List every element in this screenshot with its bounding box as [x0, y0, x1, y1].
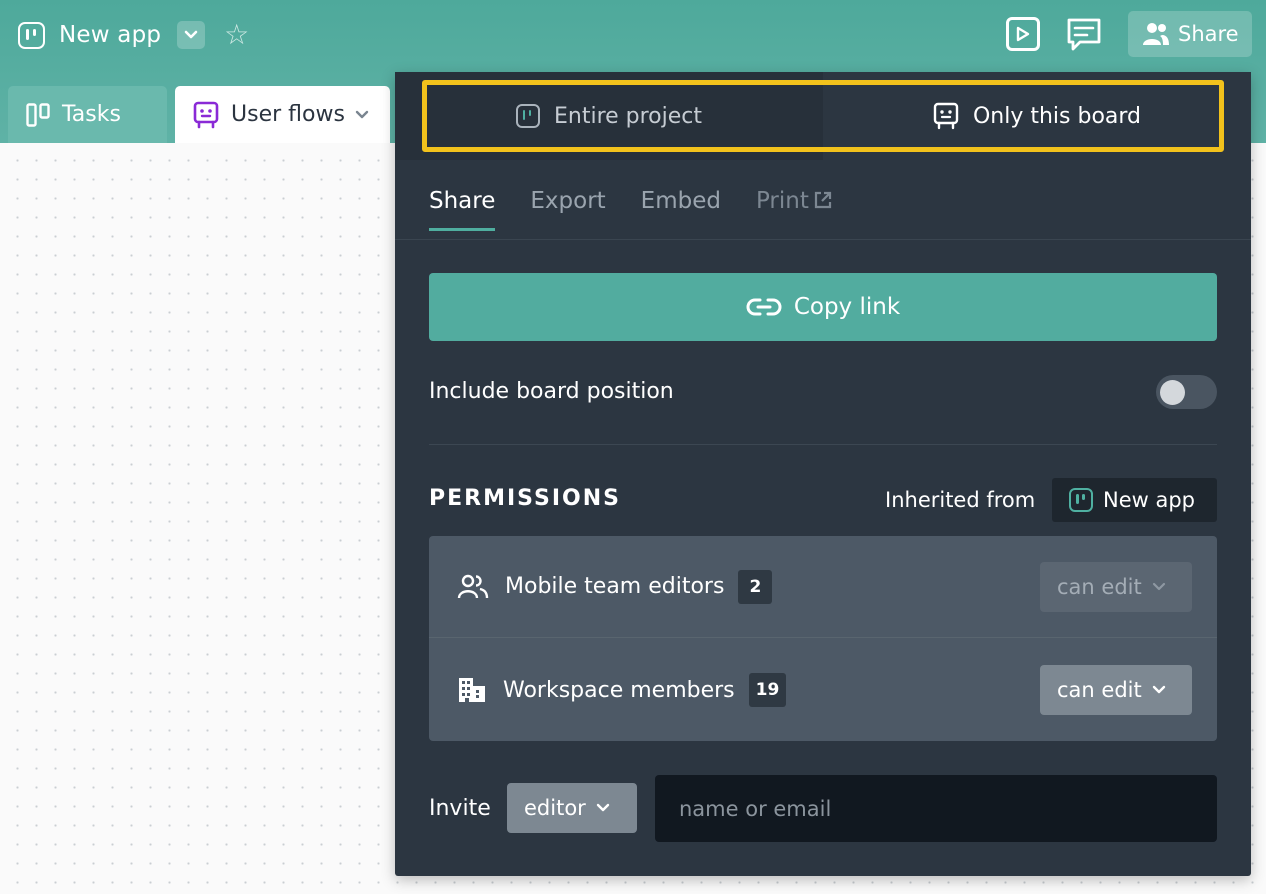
member-count-badge: 2 [738, 569, 773, 604]
permissions-list: Mobile team editors 2 can edit Workspace… [429, 536, 1217, 741]
copy-link-label: Copy link [793, 294, 901, 320]
app-icon [1069, 488, 1093, 512]
comment-icon [1067, 18, 1101, 51]
people-icon [1143, 23, 1169, 45]
inherited-from-app: New app [1103, 488, 1196, 512]
share-subtabs: Share Export Embed Print [429, 188, 868, 231]
building-icon [459, 678, 485, 702]
app-icon [18, 21, 45, 49]
present-button[interactable] [1006, 17, 1040, 51]
permission-name: Mobile team editors [505, 574, 725, 599]
role-select-value: can edit [1057, 574, 1142, 599]
member-count-badge: 19 [748, 673, 787, 707]
include-board-position-label: Include board position [429, 379, 674, 404]
role-select-value: can edit [1057, 678, 1142, 702]
copy-link-button[interactable]: Copy link [429, 273, 1217, 341]
permission-name: Workspace members [503, 677, 735, 703]
inherited-from-label: Inherited from [885, 488, 1036, 512]
permission-row: Workspace members 19 can edit [429, 639, 1217, 741]
scope-entire-project[interactable]: Entire project [395, 72, 823, 160]
permissions-title: PERMISSIONS [429, 486, 622, 511]
group-icon [457, 574, 489, 598]
chevron-down-icon[interactable] [355, 110, 369, 120]
link-icon [746, 298, 782, 316]
invite-role-select[interactable]: editor [507, 783, 637, 833]
subtabs-divider [395, 239, 1251, 240]
flow-icon [933, 102, 959, 130]
app-menu-button[interactable] [177, 21, 206, 49]
scope-entire-project-label: Entire project [553, 103, 703, 129]
subtab-embed[interactable]: Embed [641, 188, 721, 231]
subtab-print-label: Print [755, 188, 809, 214]
external-link-icon [814, 191, 831, 209]
tab-user-flows-label: User flows [231, 102, 345, 127]
app-title[interactable]: New app [59, 22, 161, 48]
app-icon [515, 104, 540, 128]
invite-role-value: editor [524, 796, 586, 820]
invite-email-input[interactable] [655, 775, 1217, 842]
role-select[interactable]: can edit [1040, 665, 1192, 715]
tab-user-flows[interactable]: User flows [175, 86, 390, 143]
app-title-group: New app ☆ [18, 18, 249, 52]
role-select-disabled: can edit [1040, 561, 1192, 612]
permission-row: Mobile team editors 2 can edit [429, 536, 1217, 638]
scope-only-this-board-label: Only this board [972, 103, 1142, 129]
board-icon [26, 102, 50, 127]
divider [429, 444, 1217, 445]
comments-button[interactable] [1066, 17, 1102, 51]
subtab-export[interactable]: Export [530, 188, 605, 231]
tab-tasks[interactable]: Tasks [8, 86, 167, 143]
inherited-from-chip[interactable]: New app [1052, 478, 1217, 522]
flow-icon [193, 101, 219, 128]
scope-only-this-board[interactable]: Only this board [823, 72, 1251, 160]
subtab-share[interactable]: Share [429, 188, 496, 231]
play-icon [1016, 26, 1030, 42]
chevron-down-icon [184, 30, 198, 39]
chevron-down-icon [596, 803, 610, 812]
share-button[interactable]: Share [1128, 11, 1252, 57]
tab-tasks-label: Tasks [62, 102, 121, 127]
share-button-label: Share [1178, 22, 1239, 46]
chevron-down-icon [1152, 685, 1165, 694]
chevron-down-icon [1152, 582, 1165, 590]
include-board-position-toggle[interactable] [1156, 375, 1217, 409]
invite-label: Invite [429, 796, 491, 821]
star-icon[interactable]: ☆ [224, 21, 249, 49]
scope-switch: Entire project Only this board [395, 72, 1251, 160]
share-panel: Entire project Only this board Share Exp… [395, 72, 1251, 876]
subtab-print[interactable]: Print [756, 188, 833, 231]
